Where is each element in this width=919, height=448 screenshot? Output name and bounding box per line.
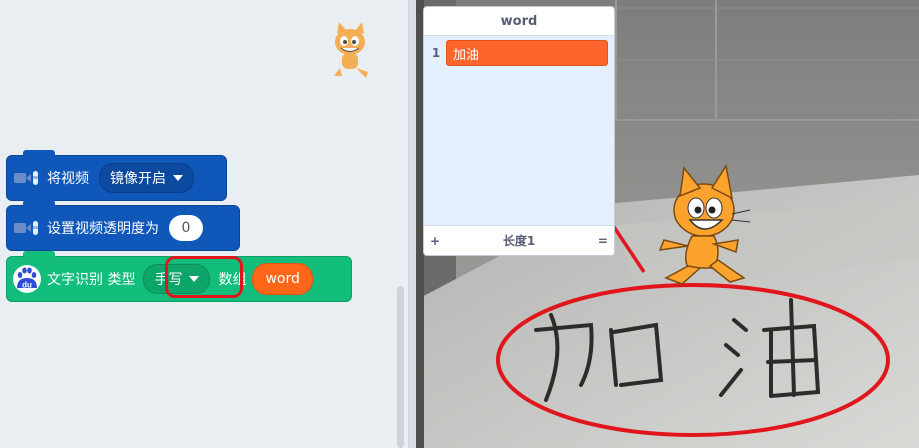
block-notch bbox=[23, 150, 55, 158]
baidu-paw-icon: du bbox=[7, 257, 47, 301]
video-toggle-block[interactable]: 将视频 镜像开启 bbox=[6, 150, 227, 201]
block-label: 将视频 bbox=[47, 171, 89, 187]
sprite-cat-icon bbox=[334, 22, 368, 78]
list-footer: + 长度1 = bbox=[424, 225, 614, 255]
variable-word-reporter[interactable]: word bbox=[252, 263, 313, 295]
list-length: 长度1 bbox=[502, 234, 536, 248]
list-resize-handle[interactable]: = bbox=[598, 234, 608, 248]
block-notch bbox=[23, 251, 55, 259]
scrollbar[interactable] bbox=[397, 286, 404, 448]
list-item-row[interactable]: 1 加油 bbox=[428, 40, 608, 66]
block-label: 文字识别 类型 bbox=[47, 272, 136, 288]
block-label: 设置视频透明度为 bbox=[47, 221, 159, 237]
camera-icon bbox=[7, 206, 47, 250]
list-monitor-word[interactable]: word 1 加油 + 长度1 = bbox=[423, 6, 615, 256]
highlight-annotation bbox=[165, 256, 243, 298]
caret-down-icon bbox=[173, 175, 183, 181]
list-title: word bbox=[424, 7, 614, 36]
camera-icon bbox=[7, 156, 47, 200]
code-area[interactable]: 将视频 镜像开启 设置视频透明度为 0 du 文字识别 类型 手写 数组 wor… bbox=[0, 0, 408, 448]
svg-text:du: du bbox=[22, 281, 32, 290]
cat-sprite-icon bbox=[658, 163, 751, 285]
video-mode-dropdown[interactable]: 镜像开启 bbox=[99, 163, 194, 193]
list-item-value[interactable]: 加油 bbox=[446, 40, 608, 66]
transparency-input[interactable]: 0 bbox=[169, 215, 203, 241]
dropdown-value: 镜像开启 bbox=[110, 171, 166, 187]
panel-divider bbox=[408, 0, 416, 448]
block-notch bbox=[23, 200, 55, 208]
list-item-index: 1 bbox=[431, 46, 441, 60]
video-transparency-block[interactable]: 设置视频透明度为 0 bbox=[6, 200, 240, 251]
list-add-button[interactable]: + bbox=[430, 234, 440, 248]
